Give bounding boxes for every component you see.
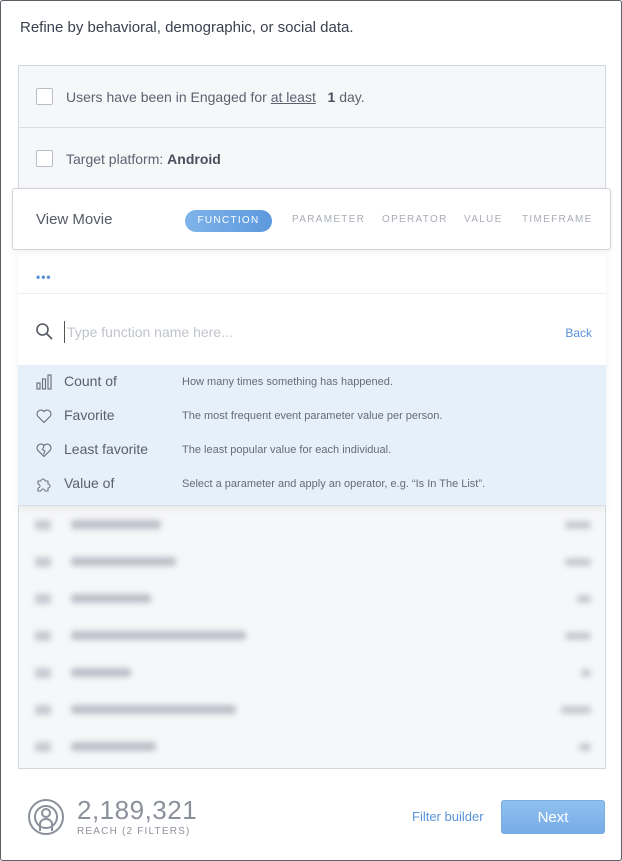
- function-name: Favorite: [64, 407, 115, 423]
- function-item-least-favorite[interactable]: Least favorite The least popular value f…: [18, 433, 606, 467]
- tab-timeframe[interactable]: TIMEFRAME: [522, 214, 593, 225]
- list-item: [19, 506, 605, 543]
- more-options-icon[interactable]: •••: [36, 270, 52, 284]
- list-item: [19, 543, 605, 580]
- dialog-heading: Refine by behavioral, demographic, or so…: [20, 19, 354, 36]
- function-item-favorite[interactable]: Favorite The most frequent event paramet…: [18, 399, 606, 433]
- list-item: [19, 654, 605, 691]
- function-search-input[interactable]: [67, 318, 547, 346]
- list-item: [19, 765, 605, 768]
- function-description: The most frequent event parameter value …: [182, 410, 443, 422]
- tab-function[interactable]: FUNCTION: [185, 210, 272, 232]
- search-icon: [36, 323, 53, 340]
- broken-heart-icon: [36, 443, 52, 458]
- text-cursor: [64, 321, 65, 343]
- function-name: Value of: [64, 475, 115, 491]
- reach-count: 2,189,321: [77, 795, 198, 825]
- filter-checkbox[interactable]: [36, 88, 53, 105]
- function-name: Count of: [64, 373, 117, 389]
- filter-days-value[interactable]: 1: [328, 89, 336, 105]
- list-item: [19, 580, 605, 617]
- filter-suffix: day.: [339, 88, 365, 105]
- filter-text: Users have been in Engaged for at least …: [66, 89, 365, 105]
- function-item-count-of[interactable]: Count of How many times something has ha…: [18, 365, 606, 399]
- function-dropdown: Back Count of How many times something h…: [18, 250, 606, 506]
- back-link[interactable]: Back: [565, 326, 592, 340]
- reach-label: REACH (2 FILTERS): [77, 826, 191, 837]
- function-item-value-of[interactable]: Value of Select a parameter and apply an…: [18, 467, 606, 501]
- list-item: [19, 617, 605, 654]
- function-description: Select a parameter and apply an operator…: [182, 478, 486, 490]
- blurred-list: [19, 506, 605, 768]
- dropdown-header: [18, 250, 606, 294]
- filter-row-engaged: Users have been in Engaged for at least …: [19, 66, 605, 128]
- filter-checkbox[interactable]: [36, 150, 53, 167]
- filter-prefix: Target platform:: [66, 150, 164, 167]
- filter-prefix: Users have been in Engaged for: [66, 88, 267, 105]
- list-item: [19, 728, 605, 765]
- bar-chart-icon: [36, 374, 52, 390]
- tab-parameter[interactable]: PARAMETER: [292, 214, 365, 225]
- filter-builder-link[interactable]: Filter builder: [412, 809, 484, 824]
- function-name: Least favorite: [64, 441, 149, 457]
- function-search: Back: [18, 294, 606, 365]
- dialog: Refine by behavioral, demographic, or so…: [0, 0, 622, 861]
- next-button[interactable]: Next: [501, 800, 605, 834]
- function-list: Count of How many times something has ha…: [18, 365, 606, 505]
- platform-value[interactable]: Android: [167, 151, 221, 167]
- tab-value[interactable]: VALUE: [464, 214, 503, 225]
- heart-icon: [36, 409, 52, 424]
- function-description: The least popular value for each individ…: [182, 444, 392, 456]
- tab-operator[interactable]: OPERATOR: [382, 214, 448, 225]
- reach-icon: [28, 799, 64, 835]
- filter-text: Target platform: Android: [66, 151, 221, 167]
- puzzle-icon: [37, 478, 51, 492]
- function-description: How many times something has happened.: [182, 376, 393, 388]
- at-least-link[interactable]: at least: [271, 89, 316, 105]
- filter-row-platform: Target platform: Android: [19, 128, 605, 190]
- event-title: View Movie: [36, 211, 113, 228]
- list-item: [19, 691, 605, 728]
